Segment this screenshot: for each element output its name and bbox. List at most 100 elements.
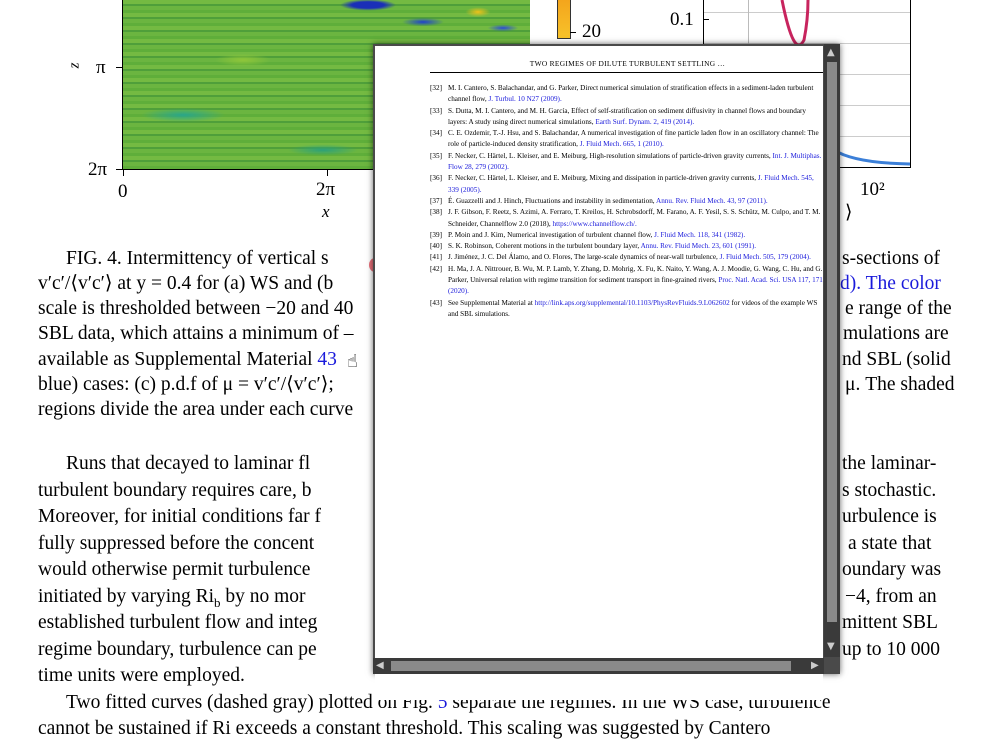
caption-line: regions divide the area under each curve bbox=[38, 399, 354, 420]
y-tick-label: π bbox=[96, 57, 106, 78]
reference-number: [38] bbox=[430, 208, 442, 217]
hand-cursor-icon: ☝ bbox=[347, 351, 358, 372]
para-line: time units were employed. bbox=[38, 665, 245, 686]
header-rule bbox=[430, 72, 823, 73]
caption-line: scale is thresholded between −20 and 40 bbox=[38, 298, 354, 319]
scroll-up-icon[interactable]: ▲ bbox=[827, 48, 835, 58]
reference-link[interactable]: J. Fluid Mech. 118, 341 (1982). bbox=[654, 231, 745, 239]
para-line: s stochastic. bbox=[842, 480, 937, 501]
reference-item: [43] See Supplemental Material at http://… bbox=[430, 298, 823, 321]
para-line: would otherwise permit turbulence bbox=[38, 559, 311, 580]
caption-line: SBL data, which attains a minimum of – bbox=[38, 323, 354, 344]
caption-line: nd SBL (solid bbox=[842, 349, 951, 370]
horizontal-scrollbar[interactable]: ◀ ▶ bbox=[373, 658, 824, 674]
para-line: urbulence is bbox=[842, 506, 937, 527]
scroll-down-icon[interactable]: ▼ bbox=[827, 642, 835, 652]
reference-link[interactable]: Earth Surf. Dynam. 2, 419 (2014). bbox=[595, 118, 694, 126]
reference-item: [33] S. Dutta, M. I. Cantero, and M. H. G… bbox=[430, 106, 823, 129]
reference-number: [40] bbox=[430, 242, 442, 251]
reference-link[interactable]: http://link.aps.org/supplemental/10.1103… bbox=[535, 299, 730, 307]
reference-text: See Supplemental Material at bbox=[448, 298, 535, 307]
reference-item: [32] M. I. Cantero, S. Balachandar, and G… bbox=[430, 83, 823, 106]
para-line: regime boundary, turbulence can pe bbox=[38, 639, 317, 660]
caption-line: available as Supplemental Material 43 bbox=[38, 349, 337, 370]
reference-item: [40] S. K. Robinson, Coherent motions in … bbox=[430, 241, 823, 252]
reference-text: F. Necker, C. Härtel, L. Kleiser, and E.… bbox=[448, 151, 773, 160]
y-tick bbox=[116, 169, 122, 170]
para-line: oundary was bbox=[842, 559, 942, 580]
vertical-scroll-thumb[interactable] bbox=[827, 62, 837, 622]
caption-line: mulations are bbox=[843, 323, 949, 344]
reference-link[interactable]: Annu. Rev. Fluid Mech. 43, 97 (2011). bbox=[656, 197, 768, 205]
para-line: up to 10 000 bbox=[842, 639, 941, 660]
y-axis-label: z bbox=[66, 62, 83, 69]
supplemental-ref-link[interactable]: 43 bbox=[317, 349, 337, 370]
para-line: a state that bbox=[848, 533, 932, 554]
caption-line: e range of the bbox=[845, 298, 952, 319]
colorbar bbox=[557, 0, 571, 39]
popup-page: TWO REGIMES OF DILUTE TURBULENT SETTLING… bbox=[375, 46, 823, 700]
reference-number: [42] bbox=[430, 264, 442, 273]
reference-number: [37] bbox=[430, 196, 442, 205]
scroll-left-icon[interactable]: ◀ bbox=[376, 661, 384, 671]
reference-number: [35] bbox=[430, 151, 442, 160]
reference-item: [42] H. Ma, J. A. Nittrouer, B. Wu, M. P.… bbox=[430, 264, 823, 298]
y-tick-label: 2π bbox=[88, 159, 108, 180]
x-axis-label: x bbox=[322, 202, 330, 221]
reference-link[interactable]: J. Fluid Mech. 665, 1 (2010). bbox=[580, 140, 664, 148]
para-line: −4, from an bbox=[845, 586, 937, 607]
x-tick bbox=[327, 170, 328, 176]
ws-curve bbox=[780, 0, 810, 47]
logplot-x-label: ⟩ bbox=[845, 202, 853, 223]
reference-number: [36] bbox=[430, 174, 442, 183]
reference-link[interactable]: J. Turbul. 10 N27 (2009). bbox=[488, 95, 561, 103]
reference-number: [32] bbox=[430, 84, 442, 92]
reference-number: [33] bbox=[430, 106, 442, 115]
y-axis-line bbox=[122, 0, 123, 170]
reference-number: [34] bbox=[430, 129, 442, 138]
reference-text: P. Moin and J. Kim, Numerical investigat… bbox=[448, 230, 655, 239]
reference-number: [39] bbox=[430, 230, 442, 239]
reference-item: [37] É. Guazzelli and J. Hinch, Fluctuati… bbox=[430, 196, 823, 207]
para-line: the laminar- bbox=[842, 453, 937, 474]
caption-line: s-sections of bbox=[842, 248, 941, 269]
reference-number: [43] bbox=[430, 298, 442, 307]
reference-item: [41] J. Jiménez, J. C. Del Álamo, and O. … bbox=[430, 252, 823, 263]
logplot-y-tick-label: 0.1 bbox=[670, 9, 694, 30]
reference-number: [41] bbox=[430, 253, 442, 262]
caption-line: d). The color bbox=[840, 273, 941, 294]
caption-line: FIG. 4. Intermittency of vertical s bbox=[66, 248, 329, 269]
reference-item: [35] F. Necker, C. Härtel, L. Kleiser, an… bbox=[430, 151, 823, 174]
reference-text: S. K. Robinson, Coherent motions in the … bbox=[448, 242, 641, 251]
logplot-x-tick-label: 10² bbox=[860, 179, 885, 200]
logplot-tick bbox=[703, 19, 709, 20]
caption-line: μ. The shaded bbox=[845, 374, 955, 395]
sbl-curve bbox=[833, 148, 910, 166]
para-line: mittent SBL bbox=[842, 612, 938, 633]
reference-text: F. Necker, C. Härtel, L. Kleiser, and E.… bbox=[448, 174, 758, 183]
reference-link[interactable]: https://www.channelflow.ch/. bbox=[553, 220, 637, 228]
reference-item: [39] P. Moin and J. Kim, Numerical invest… bbox=[430, 230, 823, 241]
vertical-scrollbar[interactable]: ▲ ▼ bbox=[824, 44, 840, 657]
scroll-right-icon[interactable]: ▶ bbox=[811, 661, 819, 671]
x-tick bbox=[123, 170, 124, 176]
caption-line: v′c′/⟨v′c′⟩ at y = 0.4 for (a) WS and (b bbox=[38, 273, 334, 294]
reference-link[interactable]: J. Fluid Mech. 505, 179 (2004). bbox=[720, 253, 811, 261]
x-tick-label: 0 bbox=[118, 181, 128, 202]
y-tick bbox=[116, 67, 122, 68]
colorbar-tick bbox=[570, 32, 576, 33]
colorbar-tick-label: 20 bbox=[582, 21, 601, 42]
para-line: established turbulent flow and integ bbox=[38, 612, 318, 633]
para-line: Moreover, for initial conditions far f bbox=[38, 506, 321, 527]
para-line: Runs that decayed to laminar fl bbox=[66, 453, 311, 474]
reference-item: [36] F. Necker, C. Härtel, L. Kleiser, an… bbox=[430, 173, 823, 196]
horizontal-scroll-thumb[interactable] bbox=[391, 661, 791, 671]
reference-preview-popup[interactable]: TWO REGIMES OF DILUTE TURBULENT SETTLING… bbox=[373, 44, 840, 700]
reference-item: [34] C. E. Ozdemir, T.-J. Hsu, and S. Bal… bbox=[430, 128, 823, 151]
reference-text: É. Guazzelli and J. Hinch, Fluctuations … bbox=[448, 196, 657, 205]
reference-text: J. Jiménez, J. C. Del Álamo, and O. Flor… bbox=[448, 253, 720, 262]
para-line: fully suppressed before the concent bbox=[38, 533, 315, 554]
caption-line: blue) cases: (c) p.d.f of μ = v′c′/⟨v′c′… bbox=[38, 374, 334, 395]
para-line: turbulent boundary requires care, b bbox=[38, 480, 312, 501]
reference-link[interactable]: Annu. Rev. Fluid Mech. 23, 601 (1991). bbox=[641, 242, 757, 250]
